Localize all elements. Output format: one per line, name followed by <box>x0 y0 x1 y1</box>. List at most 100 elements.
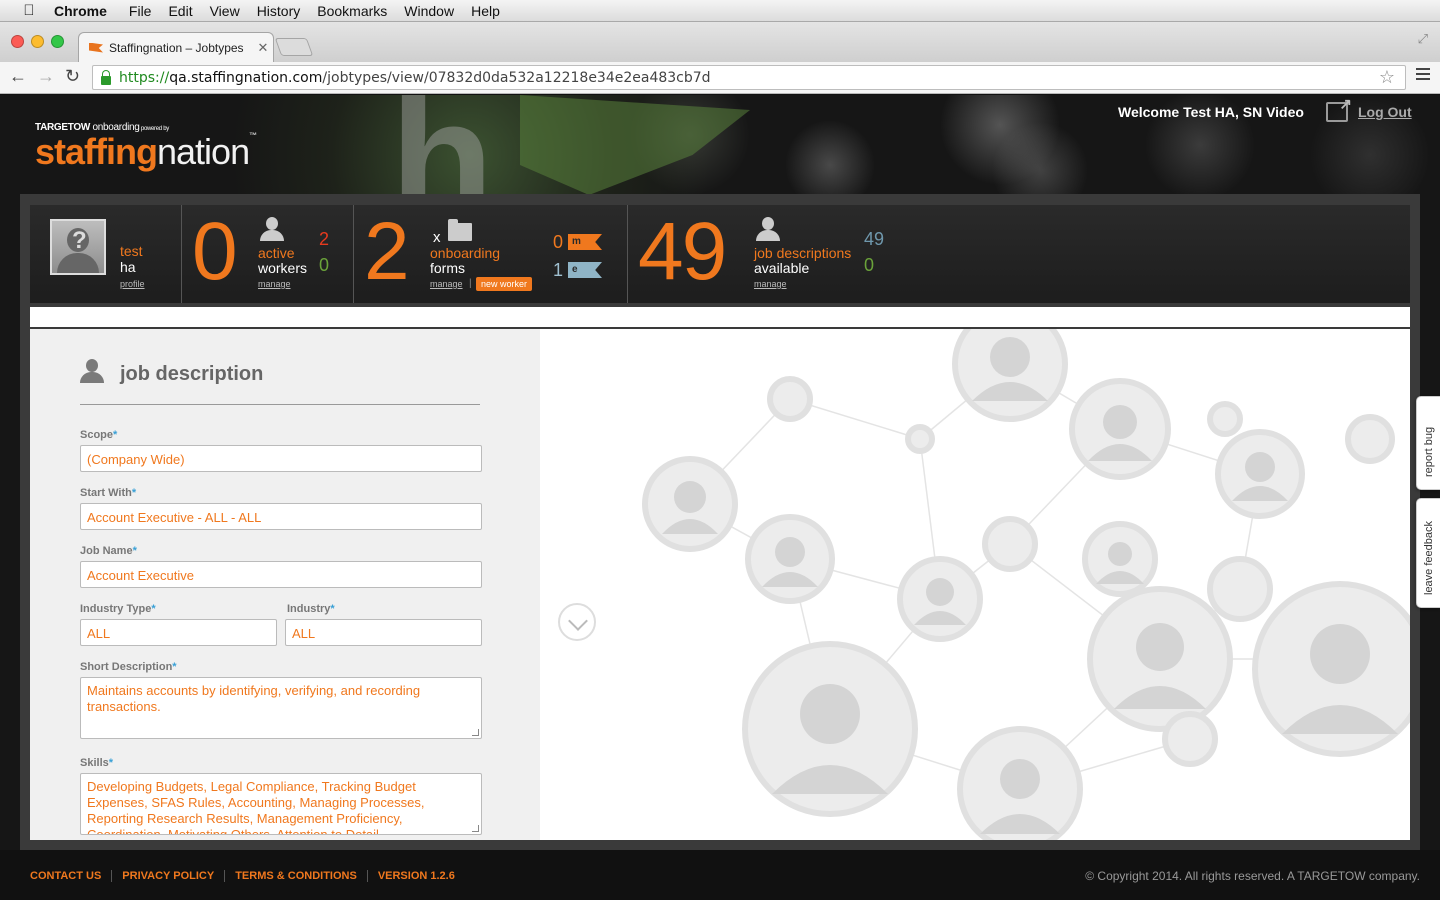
skills-textarea[interactable]: Developing Budgets, Legal Compliance, Tr… <box>80 773 482 835</box>
jobs-top-count: 49 <box>864 229 885 249</box>
stat-active-workers: 0 active workers 2 0 manage <box>182 205 354 303</box>
e-flag-icon: e <box>568 262 602 278</box>
footer-contact-link[interactable]: CONTACT US <box>30 870 113 882</box>
profile-first-name: test <box>120 243 143 259</box>
short-description-textarea[interactable]: Maintains accounts by identifying, verif… <box>80 677 482 739</box>
close-window-button[interactable] <box>11 35 24 48</box>
link-separator: | <box>469 278 472 289</box>
url-host: qa.staffingnation.com <box>169 69 323 86</box>
menu-file[interactable]: File <box>129 3 152 19</box>
active-red-count: 2 <box>319 229 330 249</box>
menu-bookmarks[interactable]: Bookmarks <box>317 3 387 19</box>
folder-icon <box>448 219 472 241</box>
menu-window[interactable]: Window <box>404 3 454 19</box>
footer: CONTACT US PRIVACY POLICY TERMS & CONDIT… <box>0 850 1440 900</box>
mac-menubar:  Chrome File Edit View History Bookmark… <box>0 0 1440 22</box>
job-description-form: job description Scope* (Company Wide) St… <box>30 329 540 840</box>
tab-title: Staffingnation – Jobtypes <box>109 40 244 55</box>
scope-label: Scope* <box>80 429 118 441</box>
start-with-field[interactable]: Account Executive - ALL - ALL <box>80 503 482 530</box>
industry-type-field[interactable]: ALL <box>80 619 277 646</box>
active-manage-link[interactable]: manage <box>258 279 291 289</box>
copyright-text: © Copyright 2014. All rights reserved. A… <box>1085 869 1420 883</box>
forward-arrow-icon[interactable]: → <box>37 66 55 87</box>
industry-label: Industry* <box>287 603 335 615</box>
workers-label: workers <box>258 260 308 276</box>
menu-view[interactable]: View <box>210 3 240 19</box>
main-content: job description Scope* (Company Wide) St… <box>30 329 1410 840</box>
expand-chevron-button[interactable] <box>558 603 596 641</box>
menu-edit[interactable]: Edit <box>168 3 192 19</box>
footer-version-link[interactable]: VERSION 1.2.6 <box>378 870 465 882</box>
jobs-bottom-count: 0 <box>864 255 875 275</box>
tab-close-icon[interactable]: ✕ <box>253 40 273 56</box>
worker-icon <box>260 217 284 241</box>
menu-help[interactable]: Help <box>471 3 500 19</box>
form-title: job description <box>120 363 264 385</box>
onboarding-label: onboarding <box>430 245 501 261</box>
page: h TARGETOW onboarding powered by staffin… <box>0 95 1440 900</box>
favicon-icon <box>89 42 103 53</box>
browser-tab[interactable]: Staffingnation – Jobtypes ✕ <box>78 32 274 62</box>
bookmark-star-icon[interactable]: ☆ <box>1379 67 1395 88</box>
welcome-text: Welcome Test HA, SN Video <box>1118 104 1304 120</box>
form-divider <box>80 404 480 405</box>
new-tab-button[interactable] <box>274 38 314 56</box>
flag-e-count: 1 <box>553 260 564 280</box>
short-description-label: Short Description* <box>80 661 177 673</box>
skills-label: Skills* <box>80 757 114 769</box>
active-label: active <box>258 245 295 261</box>
back-arrow-icon[interactable]: ← <box>9 66 27 87</box>
industry-field[interactable]: ALL <box>285 619 482 646</box>
job-name-label: Job Name* <box>80 545 137 557</box>
wordmark: staffingnation™ <box>35 131 257 172</box>
active-green-count: 0 <box>319 255 330 275</box>
available-label: available <box>754 260 810 276</box>
url-path: /jobtypes/view/07832d0da532a12218e34e2ea… <box>322 69 711 86</box>
active-workers-count: 0 <box>192 206 238 297</box>
onboarding-manage-link[interactable]: manage <box>430 279 463 289</box>
stat-profile: ? test ha profile <box>30 205 182 303</box>
onboarding-count: 2 <box>364 206 410 297</box>
job-name-field[interactable]: Account Executive <box>80 561 482 588</box>
logout-icon[interactable] <box>1326 95 1352 122</box>
lock-icon <box>101 69 111 85</box>
scope-field[interactable]: (Company Wide) <box>80 445 482 472</box>
job-descriptions-label: job descriptions <box>754 245 852 261</box>
flag-m-count: 0 <box>553 232 564 252</box>
reload-icon[interactable]: ↻ <box>65 66 80 87</box>
minimize-window-button[interactable] <box>31 35 44 48</box>
footer-terms-link[interactable]: TERMS & CONDITIONS <box>235 870 368 882</box>
stat-job-descriptions: 49 job descriptions available 49 0 manag… <box>628 205 908 303</box>
menu-app[interactable]: Chrome <box>54 3 107 19</box>
tab-strip: Staffingnation – Jobtypes ✕ ⤢ <box>0 22 1440 62</box>
onboarding-x: x <box>433 229 441 246</box>
new-worker-button[interactable]: new worker <box>476 277 533 291</box>
job-person-icon <box>756 217 780 241</box>
leave-feedback-tab[interactable]: leave feedback <box>1416 498 1440 608</box>
job-descriptions-count: 49 <box>638 206 727 297</box>
window-controls <box>11 35 64 48</box>
zoom-window-button[interactable] <box>51 35 64 48</box>
hero-flag-graphic <box>520 95 750 195</box>
footer-privacy-link[interactable]: PRIVACY POLICY <box>122 870 226 882</box>
forms-label: forms <box>430 260 465 276</box>
logout-link[interactable]: Log Out <box>1358 104 1412 120</box>
browser-toolbar: ← → ↻ https:// qa.staffingnation.com /jo… <box>0 62 1440 94</box>
chrome-menu-icon[interactable] <box>1416 68 1430 83</box>
m-flag-icon: m <box>568 234 602 250</box>
apple-icon[interactable]:  <box>18 2 40 19</box>
footer-links: CONTACT US PRIVACY POLICY TERMS & CONDIT… <box>30 870 475 882</box>
avatar[interactable]: ? <box>50 219 106 275</box>
staffingnation-logo[interactable]: TARGETOW onboarding powered by staffingn… <box>35 122 257 173</box>
address-bar[interactable]: https:// qa.staffingnation.com /jobtypes… <box>92 65 1406 90</box>
menu-history[interactable]: History <box>257 3 301 19</box>
url-scheme: https:// <box>119 69 170 86</box>
fullscreen-icon[interactable]: ⤢ <box>1418 31 1428 47</box>
divider-strip <box>30 307 1410 327</box>
jobs-manage-link[interactable]: manage <box>754 279 787 289</box>
profile-link[interactable]: profile <box>120 279 145 289</box>
start-with-label: Start With* <box>80 487 137 499</box>
industry-type-label: Industry Type* <box>80 603 156 615</box>
report-bug-tab[interactable]: report bug <box>1416 396 1440 490</box>
